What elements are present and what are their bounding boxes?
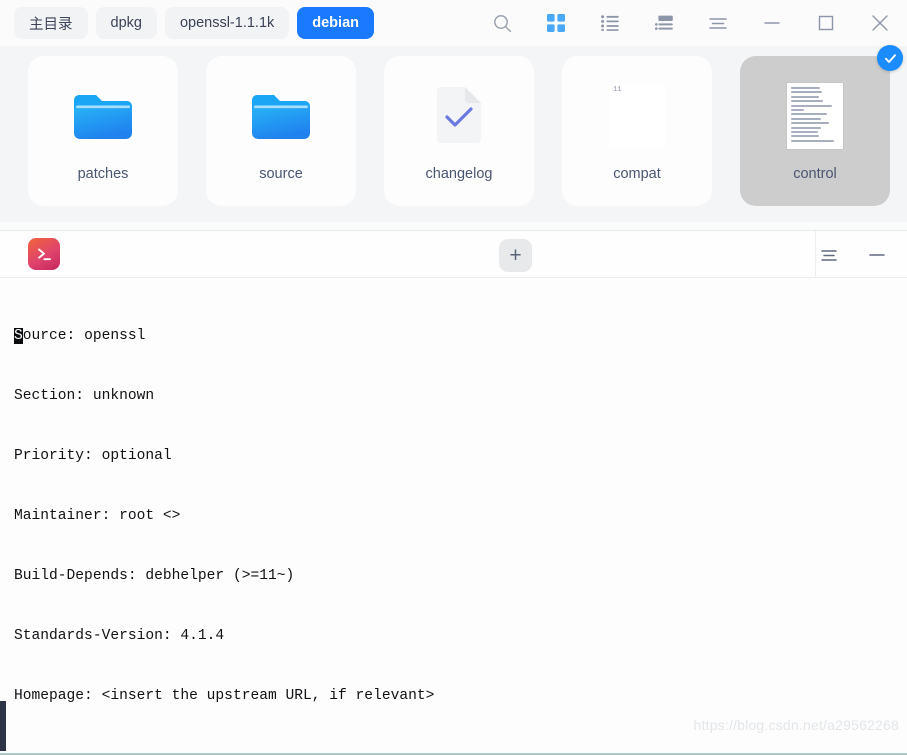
file-item-compat[interactable]: 11 compat [562, 56, 712, 206]
terminal-edge-strip [0, 701, 6, 751]
menu-icon [709, 17, 727, 29]
terminal-output[interactable]: Source: openssl Section: unknown Priorit… [0, 278, 907, 755]
terminal-prompt-icon [37, 248, 51, 260]
file-item-label: source [259, 166, 303, 182]
close-icon [872, 15, 888, 31]
file-item-patches[interactable]: patches [28, 56, 178, 206]
terminal-line: Source: openssl [14, 326, 907, 346]
breadcrumb: 主目录 dpkg openssl-1.1.1k debian [0, 7, 374, 39]
file-grid: patches source changelog 11 compat contr… [0, 45, 907, 222]
list-view-button[interactable] [583, 0, 637, 46]
search-button[interactable] [475, 0, 529, 46]
detail-view-icon [655, 15, 673, 30]
file-item-label: patches [77, 166, 129, 182]
file-manager-window: 主目录 dpkg openssl-1.1.1k debian patches s… [0, 0, 907, 222]
window-toolbar [475, 0, 907, 46]
breadcrumb-item-openssl[interactable]: openssl-1.1.1k [164, 7, 290, 39]
page-text-icon [787, 80, 843, 152]
document-check-icon [433, 80, 485, 152]
selected-check-badge [877, 45, 903, 71]
terminal-window-controls [805, 231, 901, 279]
menu-icon [821, 249, 837, 261]
breadcrumb-item-debian[interactable]: debian [297, 7, 374, 39]
search-icon [493, 14, 511, 32]
detail-view-button[interactable] [637, 0, 691, 46]
file-item-label: changelog [425, 166, 493, 182]
breadcrumb-item-home[interactable]: 主目录 [14, 7, 88, 39]
screen: 主目录 dpkg openssl-1.1.1k debian patches s… [0, 0, 907, 755]
terminal-minimize-button[interactable] [853, 231, 901, 279]
file-item-source[interactable]: source [206, 56, 356, 206]
terminal-tabbar: + [0, 230, 907, 279]
page-blank-icon: 11 [609, 80, 665, 152]
terminal-line: Homepage: <insert the upstream URL, if r… [14, 688, 435, 704]
terminal-line: Build-Depends: debhelper (>=11~) [14, 568, 295, 584]
check-icon [884, 53, 896, 63]
breadcrumb-item-dpkg[interactable]: dpkg [95, 7, 157, 39]
terminal-tab[interactable] [28, 238, 60, 270]
folder-icon [72, 80, 134, 152]
file-item-label: control [793, 166, 837, 182]
terminal-line: Standards-Version: 4.1.4 [14, 628, 225, 644]
file-item-label: compat [613, 166, 661, 182]
folder-icon [250, 80, 312, 152]
grid-view-button[interactable] [529, 0, 583, 46]
file-manager-titlebar: 主目录 dpkg openssl-1.1.1k debian [0, 0, 907, 46]
maximize-icon [818, 15, 834, 31]
terminal-line: Section: unknown [14, 388, 155, 404]
menu-button[interactable] [691, 0, 745, 46]
page-preview-text: 11 [613, 86, 622, 94]
close-button[interactable] [853, 0, 907, 46]
terminal-window: + Source: openssl Section: unknown Prior… [0, 230, 907, 755]
terminal-line-rest: ource: openssl [22, 328, 146, 344]
minimize-icon [764, 22, 780, 24]
new-tab-button[interactable]: + [499, 239, 532, 272]
minimize-icon [869, 254, 885, 256]
file-item-changelog[interactable]: changelog [384, 56, 534, 206]
minimize-button[interactable] [745, 0, 799, 46]
maximize-button[interactable] [799, 0, 853, 46]
terminal-line: Maintainer: root <> [14, 508, 181, 524]
list-view-icon [601, 15, 619, 31]
terminal-line: Priority: optional [14, 448, 172, 464]
terminal-menu-button[interactable] [805, 231, 853, 279]
text-cursor: S [14, 328, 23, 344]
watermark: https://blog.csdn.net/a29562268 [693, 717, 899, 733]
file-item-control[interactable]: control [740, 45, 903, 206]
grid-view-icon [547, 14, 565, 32]
